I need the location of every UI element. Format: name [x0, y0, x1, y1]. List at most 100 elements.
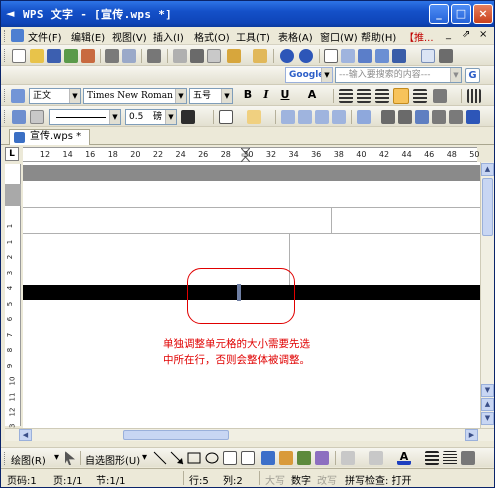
tab-stop-selector[interactable]: L	[5, 147, 19, 161]
wps-app-icon[interactable]: ◄	[6, 7, 20, 21]
scroll-up-arrow-icon[interactable]: ▲	[481, 163, 494, 176]
dash-style-icon[interactable]	[443, 451, 457, 465]
formula-icon[interactable]	[324, 49, 338, 63]
insert-picture-icon[interactable]	[279, 451, 293, 465]
search-input[interactable]: ---输入要搜索的内容--- ▼	[335, 67, 462, 83]
copy-format-icon[interactable]	[173, 49, 187, 63]
tab-document[interactable]: 宣传.wps *	[9, 129, 91, 145]
font-size-select[interactable]: 五号 ▼	[189, 88, 233, 104]
vertical-scroll-thumb[interactable]	[482, 178, 493, 236]
columns-icon[interactable]	[375, 49, 389, 63]
menu-format[interactable]: 格式(O)	[194, 29, 230, 44]
text-box-icon[interactable]	[223, 451, 237, 465]
document-canvas[interactable]: 单独调整单元格的大小需要先选 中所在行，否则会整体被调整。	[23, 162, 480, 428]
chevron-down-icon[interactable]: ▾	[142, 452, 147, 463]
export-pdf-icon[interactable]	[81, 49, 95, 63]
font-select[interactable]: Times New Roman ▼	[83, 88, 187, 104]
rectangle-tool-icon[interactable]	[187, 452, 201, 464]
chevron-down-icon[interactable]: ▼	[69, 89, 80, 103]
ellipse-tool-icon[interactable]	[205, 452, 219, 464]
title-bar[interactable]: ◄ WPS 文字 - [宣传.wps *] _ □ ×	[1, 1, 494, 27]
line-tool-icon[interactable]	[153, 451, 167, 465]
text-direction-icon[interactable]	[415, 110, 429, 124]
draw-menu-button[interactable]: 绘图(R)	[11, 452, 46, 467]
scroll-left-arrow-icon[interactable]: ◀	[19, 429, 32, 441]
show-marks-icon[interactable]	[439, 49, 453, 63]
line-color-icon[interactable]	[369, 451, 383, 465]
justify-icon[interactable]	[393, 88, 409, 104]
toolbar-grip[interactable]	[4, 452, 7, 465]
paste-icon[interactable]	[227, 49, 241, 63]
toolbar-grip[interactable]	[4, 30, 7, 42]
doc-close-button[interactable]: ×	[479, 29, 487, 40]
horizontal-ruler[interactable]: 12 14 16 18 20 22 24 26 28 30 32 34 36 38 40 42 44 46 48 50	[23, 147, 479, 162]
line-spacing-icon[interactable]	[433, 89, 447, 103]
select-pointer-icon[interactable]	[65, 451, 75, 465]
menu-view[interactable]: 视图(V)	[112, 29, 147, 44]
format-painter-icon[interactable]	[253, 49, 267, 63]
save-icon[interactable]	[47, 49, 61, 63]
status-caps[interactable]: 大写	[265, 472, 285, 487]
status-num[interactable]: 数字	[291, 472, 311, 487]
chevron-down-icon[interactable]: ▼	[221, 89, 232, 103]
close-button[interactable]: ×	[473, 4, 493, 24]
scroll-down-arrow-icon[interactable]: ▼	[481, 384, 494, 397]
menu-ad-link[interactable]: 【推...	[404, 29, 434, 44]
outside-border-icon[interactable]	[219, 110, 233, 124]
print-preview-icon[interactable]	[122, 49, 136, 63]
menu-table[interactable]: 表格(A)	[278, 29, 313, 44]
menu-insert[interactable]: 插入(I)	[153, 29, 184, 44]
maximize-button[interactable]: □	[451, 4, 471, 24]
draw-table-icon[interactable]	[12, 110, 26, 124]
italic-button[interactable]: I	[259, 88, 273, 101]
document-map-icon[interactable]	[421, 49, 435, 63]
chevron-down-icon[interactable]: ▼	[109, 110, 120, 124]
menu-tools[interactable]: 工具(T)	[236, 29, 270, 44]
toolbar-grip[interactable]	[4, 49, 7, 62]
previous-page-icon[interactable]: ▲	[481, 398, 494, 411]
menu-file[interactable]: 文件(F)	[28, 29, 62, 44]
doc-minimize-button[interactable]: _	[446, 29, 451, 40]
print-icon[interactable]	[105, 49, 119, 63]
vertical-ruler[interactable]: 112345678910111213	[5, 164, 21, 432]
arrow-style-icon[interactable]	[461, 451, 475, 465]
diagram-icon[interactable]	[315, 451, 329, 465]
search-go-button[interactable]: G	[465, 68, 480, 83]
chevron-down-icon[interactable]: ▼	[321, 68, 332, 82]
chevron-down-icon[interactable]: ▾	[54, 452, 59, 463]
distribute-columns-icon[interactable]	[398, 110, 412, 124]
arrow-tool-icon[interactable]	[170, 451, 184, 465]
line-style-select[interactable]: ▼	[49, 109, 121, 125]
search-engine-select[interactable]: Google ▼	[285, 67, 333, 83]
horizontal-scrollbar[interactable]: ◀ ▶	[5, 428, 494, 441]
font-color-icon[interactable]: A	[397, 451, 411, 465]
distribute-icon[interactable]	[413, 89, 427, 103]
align-center-icon[interactable]	[357, 89, 371, 103]
cut-icon[interactable]	[190, 49, 204, 63]
undo-icon[interactable]	[280, 49, 294, 63]
bold-button[interactable]: B	[241, 88, 255, 101]
menu-edit[interactable]: 编辑(E)	[71, 29, 105, 44]
copy-icon[interactable]	[207, 49, 221, 63]
bullets-icon[interactable]	[467, 89, 481, 103]
status-overwrite[interactable]: 改写	[317, 472, 337, 487]
convert-icon[interactable]	[147, 49, 161, 63]
wordart-icon[interactable]	[261, 451, 275, 465]
vertical-text-box-icon[interactable]	[241, 451, 255, 465]
split-cells-icon[interactable]	[315, 110, 329, 124]
sort-ascending-icon[interactable]	[432, 110, 446, 124]
style-select[interactable]: 正文 ▼	[29, 88, 81, 104]
table-grid-icon[interactable]	[358, 49, 372, 63]
line-width-select[interactable]: 0.5 磅 ▼	[125, 109, 177, 125]
table-autoformat-icon[interactable]	[357, 110, 371, 124]
doc-restore-button[interactable]: ⇗	[462, 29, 470, 40]
border-color-icon[interactable]	[181, 110, 195, 124]
character-style-button[interactable]: A	[305, 88, 319, 101]
chevron-down-icon[interactable]: ▼	[450, 68, 461, 82]
align-left-icon[interactable]	[339, 89, 353, 103]
align-right-icon[interactable]	[375, 89, 389, 103]
redo-icon[interactable]	[299, 49, 313, 63]
minimize-button[interactable]: _	[429, 4, 449, 24]
next-page-icon[interactable]: ▼	[481, 412, 494, 425]
styles-pane-icon[interactable]	[11, 89, 25, 103]
